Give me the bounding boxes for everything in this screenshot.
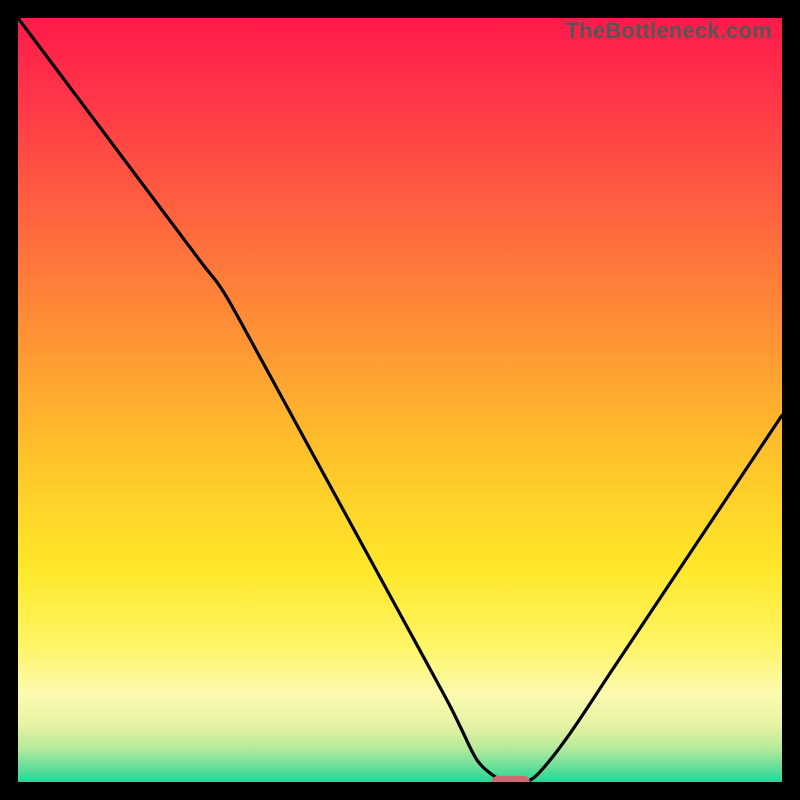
optimal-marker [492, 776, 530, 782]
plot-area: TheBottleneck.com [18, 18, 782, 782]
watermark-text: TheBottleneck.com [566, 18, 772, 44]
gradient-background [18, 18, 782, 782]
bottleneck-chart [18, 18, 782, 782]
chart-frame: TheBottleneck.com [0, 0, 800, 800]
